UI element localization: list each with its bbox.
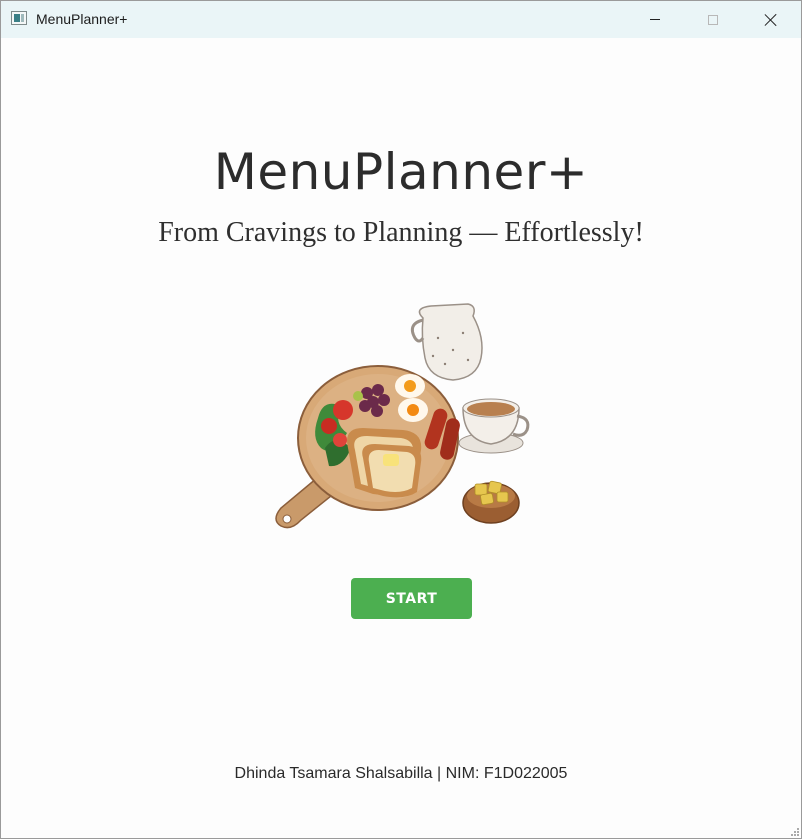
close-icon xyxy=(764,13,778,27)
window-title: MenuPlanner+ xyxy=(36,11,128,27)
minimize-button[interactable] xyxy=(626,1,684,38)
resize-grip-icon[interactable] xyxy=(791,828,799,836)
breakfast-illustration xyxy=(275,303,530,529)
close-button[interactable] xyxy=(742,1,800,38)
minimize-icon xyxy=(650,19,660,20)
author-footer: Dhinda Tsamara Shalsabilla | NIM: F1D022… xyxy=(234,765,568,782)
main-content: MenuPlanner+ From Cravings to Planning —… xyxy=(1,38,801,838)
app-icon xyxy=(11,11,27,25)
app-window: MenuPlanner+ MenuPlanner+ From Cravings … xyxy=(0,0,802,839)
maximize-button[interactable] xyxy=(684,1,742,38)
start-button[interactable]: START xyxy=(351,578,472,619)
maximize-icon xyxy=(708,14,718,25)
tagline: From Cravings to Planning — Effortlessly… xyxy=(158,217,644,248)
title-bar[interactable]: MenuPlanner+ xyxy=(1,1,801,38)
page-title: MenuPlanner+ xyxy=(213,143,589,201)
